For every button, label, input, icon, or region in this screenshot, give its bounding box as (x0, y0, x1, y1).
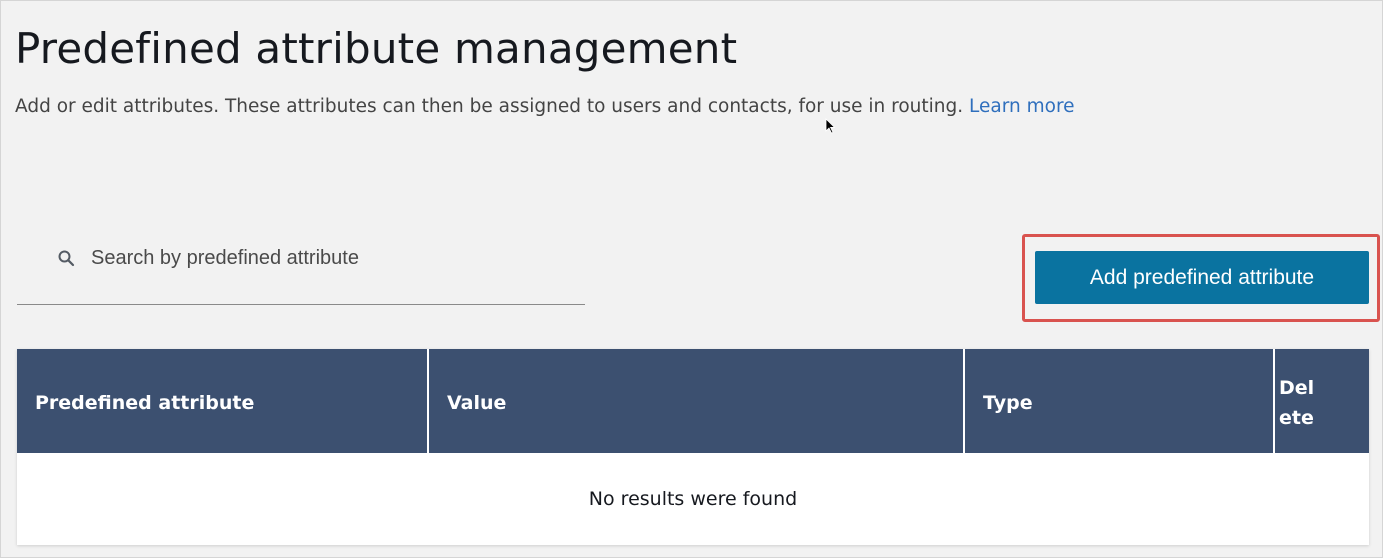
search-input[interactable] (91, 243, 561, 273)
column-header-value[interactable]: Value (429, 349, 965, 453)
mouse-pointer-icon (825, 118, 835, 134)
table-header-row: Predefined attribute Value Type Delete (17, 349, 1369, 453)
column-header-delete[interactable]: Delete (1275, 349, 1369, 453)
column-header-type[interactable]: Type (965, 349, 1275, 453)
page-title: Predefined attribute management (15, 24, 738, 73)
learn-more-link[interactable]: Learn more (969, 96, 1075, 117)
table-body: No results were found (17, 453, 1369, 545)
search-field[interactable] (17, 233, 585, 305)
page-frame: Predefined attribute management Add or e… (0, 0, 1383, 558)
attributes-table: Predefined attribute Value Type Delete N… (17, 349, 1369, 545)
description-text: Add or edit attributes. These attributes… (15, 96, 964, 117)
column-header-delete-label: Delete (1279, 377, 1315, 429)
add-predefined-attribute-button[interactable]: Add predefined attribute (1035, 251, 1369, 304)
column-header-predefined-attribute[interactable]: Predefined attribute (17, 349, 429, 453)
search-icon (58, 250, 75, 267)
page-description: Add or edit attributes. These attributes… (15, 93, 1075, 121)
empty-state-message: No results were found (588, 488, 798, 510)
